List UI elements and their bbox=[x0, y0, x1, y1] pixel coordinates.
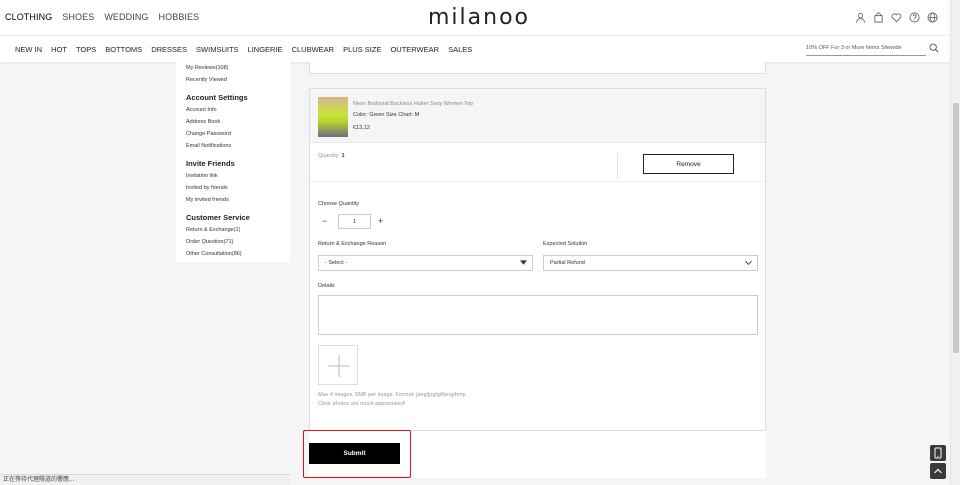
reason-label: Return & Exchange Reason bbox=[318, 241, 387, 247]
solution-select[interactable]: Partial Refund bbox=[543, 255, 758, 271]
upload-hint-format: Max 4 images, 5MB per image. Format: jpe… bbox=[318, 392, 466, 398]
sidebar-link-other-consultation[interactable]: Other Consultation(86) bbox=[186, 248, 290, 260]
details-textarea[interactable] bbox=[318, 295, 758, 335]
nav-item-outerwear[interactable]: OUTERWEAR bbox=[390, 45, 439, 54]
help-icon[interactable] bbox=[909, 12, 920, 23]
sidebar-heading-invite-friends: Invite Friends bbox=[186, 159, 235, 168]
mobile-app-button[interactable] bbox=[930, 445, 946, 461]
quantity-value: 1 bbox=[341, 153, 345, 159]
solution-select-value: Partial Refund bbox=[550, 260, 585, 266]
chevron-up-icon bbox=[934, 468, 942, 474]
sidebar-link-recently-viewed[interactable]: Recently Viewed bbox=[186, 74, 290, 86]
browser-status-bar: 正在等待代理隧道的響應... bbox=[0, 474, 290, 485]
product-name[interactable]: Neon Bodysuit Backless Halter Sexy Women… bbox=[353, 101, 473, 107]
product-attributes: Color: Green Size Chart: M bbox=[353, 112, 420, 118]
quantity-input[interactable] bbox=[338, 214, 371, 229]
details-label: Details bbox=[318, 283, 335, 289]
nav-items: NEW IN HOT TOPS BOTTOMS DRESSES SWIMSUIT… bbox=[15, 45, 472, 54]
bag-icon[interactable] bbox=[873, 12, 884, 23]
category-tab-clothing[interactable]: CLOTHING bbox=[5, 12, 52, 22]
sidebar-link-change-password[interactable]: Change Password bbox=[186, 128, 290, 140]
category-tab-hobbies[interactable]: HOBBIES bbox=[159, 12, 200, 22]
page-scrollbar[interactable] bbox=[950, 0, 960, 485]
sidebar-link-invitation-link[interactable]: Invitation link bbox=[186, 170, 290, 182]
horizontal-divider bbox=[310, 181, 765, 182]
nav-item-sales[interactable]: SALES bbox=[448, 45, 472, 54]
product-thumbnail[interactable] bbox=[318, 97, 348, 137]
sidebar-heading-customer-service: Customer Service bbox=[186, 213, 250, 222]
nav-item-plus-size[interactable]: PLUS SIZE bbox=[343, 45, 381, 54]
nav-item-bottoms[interactable]: BOTTOMS bbox=[105, 45, 142, 54]
category-tab-wedding[interactable]: WEDDING bbox=[104, 12, 148, 22]
nav-item-clubwear[interactable]: CLUBWEAR bbox=[292, 45, 335, 54]
quantity-label: Quantity: bbox=[318, 153, 341, 159]
header-icons bbox=[855, 12, 938, 23]
quantity-minus-button[interactable]: − bbox=[322, 217, 327, 226]
nav-item-new-in[interactable]: NEW IN bbox=[15, 45, 42, 54]
site-logo[interactable]: milanoo bbox=[428, 5, 530, 30]
nav-item-lingerie[interactable]: LINGERIE bbox=[248, 45, 283, 54]
previous-panel bbox=[309, 62, 766, 74]
reason-select[interactable]: - Select - bbox=[318, 255, 533, 271]
nav-item-tops[interactable]: TOPS bbox=[76, 45, 96, 54]
quantity-line: Quantity: 1 bbox=[318, 153, 345, 159]
nav-item-hot[interactable]: HOT bbox=[51, 45, 67, 54]
main-nav: NEW IN HOT TOPS BOTTOMS DRESSES SWIMSUIT… bbox=[0, 35, 950, 62]
chevron-down-icon bbox=[745, 260, 752, 266]
highlight-box bbox=[303, 430, 411, 478]
sidebar-link-order-question[interactable]: Order Question(71) bbox=[186, 236, 290, 248]
scrollbar-thumb[interactable] bbox=[953, 103, 959, 353]
nav-item-swimsuits[interactable]: SWIMSUITS bbox=[196, 45, 239, 54]
sidebar-link-email-notifications[interactable]: Email Notifications bbox=[186, 140, 290, 152]
quantity-plus-button[interactable]: + bbox=[378, 217, 383, 226]
product-price: €13,12 bbox=[353, 125, 370, 131]
sidebar-heading-account-settings: Account Settings bbox=[186, 93, 248, 102]
choose-quantity-label: Choose Quantity bbox=[318, 201, 359, 207]
image-upload-button[interactable] bbox=[318, 345, 358, 385]
product-summary: Neon Bodysuit Backless Halter Sexy Women… bbox=[310, 89, 765, 143]
phone-icon bbox=[934, 447, 942, 459]
solution-label: Expected Solution bbox=[543, 241, 588, 247]
account-sidebar: My Reviews(108) Recently Viewed Account … bbox=[176, 62, 290, 262]
globe-icon[interactable] bbox=[927, 12, 938, 23]
remove-button[interactable]: Remove bbox=[643, 154, 734, 174]
back-to-top-button[interactable] bbox=[930, 463, 946, 479]
return-form-card: Neon Bodysuit Backless Halter Sexy Women… bbox=[309, 88, 766, 431]
sidebar-link-my-invited-friends[interactable]: My invited friends bbox=[186, 194, 290, 206]
user-icon[interactable] bbox=[855, 12, 866, 23]
category-tab-shoes[interactable]: SHOES bbox=[62, 12, 94, 22]
caret-down-icon bbox=[520, 260, 527, 265]
sidebar-link-my-reviews[interactable]: My Reviews(108) bbox=[186, 62, 290, 74]
sidebar-link-address-book[interactable]: Address Book bbox=[186, 116, 290, 128]
sidebar-link-invited-by-friends[interactable]: Invited by friends bbox=[186, 182, 290, 194]
category-tabs: CLOTHING SHOES WEDDING HOBBIES bbox=[5, 12, 199, 22]
nav-item-dresses[interactable]: DRESSES bbox=[151, 45, 187, 54]
top-header: CLOTHING SHOES WEDDING HOBBIES milanoo bbox=[0, 0, 950, 35]
search-icon[interactable] bbox=[929, 43, 939, 53]
sidebar-link-return-exchange[interactable]: Return & Exchange(1) bbox=[186, 224, 290, 236]
search-input[interactable]: 10% OFF For 3 or More Items Sitewide bbox=[806, 42, 926, 56]
sidebar-link-account-info[interactable]: Account Info bbox=[186, 104, 290, 116]
reason-select-value: - Select - bbox=[325, 260, 348, 266]
heart-icon[interactable] bbox=[891, 12, 902, 23]
upload-hint-quality: Clear photos are much appreciated! bbox=[318, 401, 406, 407]
vertical-divider bbox=[617, 153, 618, 179]
plus-icon bbox=[328, 355, 350, 377]
